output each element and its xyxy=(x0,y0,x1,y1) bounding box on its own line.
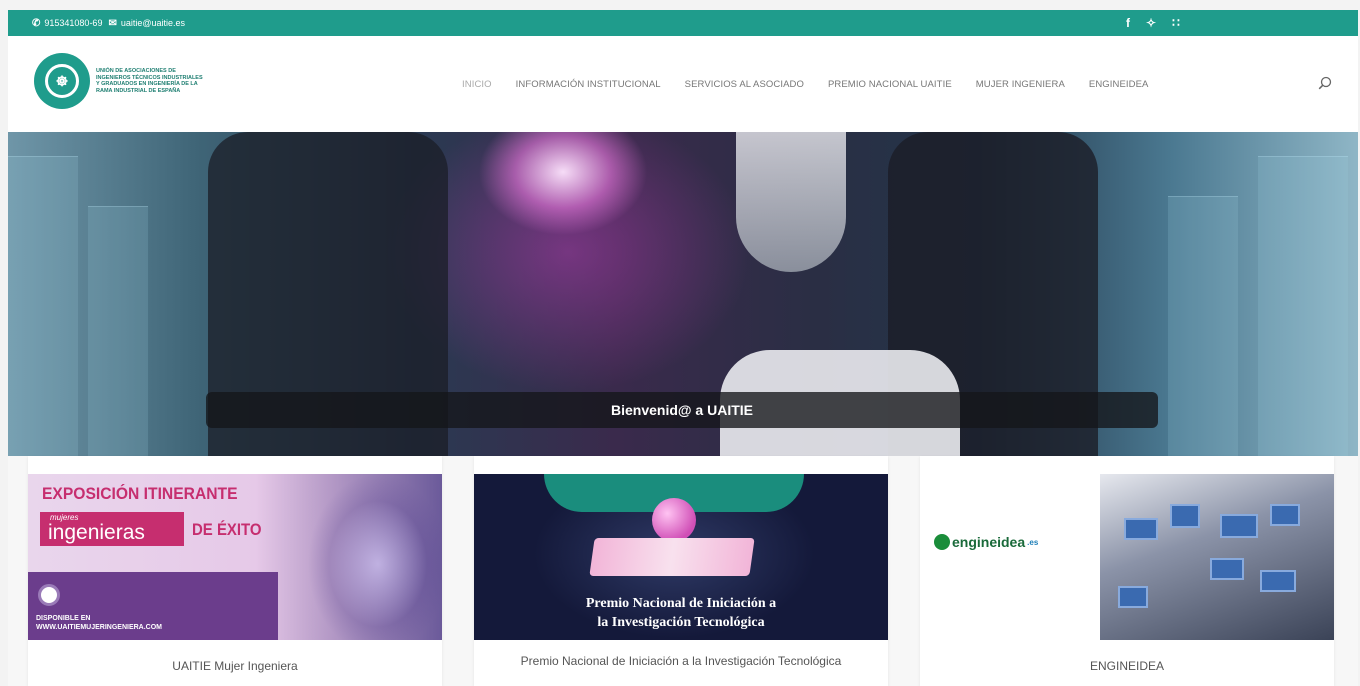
rss-icon[interactable]: ∷ xyxy=(1172,16,1180,30)
hard-hat-image xyxy=(736,132,846,272)
card-image[interactable]: EXPOSICIÓN ITINERANTE mujeres ingenieras… xyxy=(28,474,442,640)
twitter-icon[interactable]: ✧ xyxy=(1146,16,1156,30)
email[interactable]: ✉ uaitie@uaitie.es xyxy=(108,18,185,29)
email-address: uaitie@uaitie.es xyxy=(120,18,186,28)
nav-item-engineidea[interactable]: ENGINEIDEA xyxy=(1089,79,1149,90)
book-graphic xyxy=(589,538,755,576)
card-premio-nacional[interactable]: Premio Nacional de Iniciación a la Inves… xyxy=(474,456,888,686)
building-decoration xyxy=(8,156,78,456)
welcome-banner: Bienvenid@ a UAITIE xyxy=(206,392,1158,428)
card-engineidea[interactable]: engineidea .es ENGINEIDEA xyxy=(920,456,1334,686)
face-graphic xyxy=(278,474,442,640)
hero-slider[interactable]: Bienvenid@ a UAITIE xyxy=(8,132,1358,456)
featured-cards: EXPOSICIÓN ITINERANTE mujeres ingenieras… xyxy=(8,456,1358,686)
sphere-graphic xyxy=(652,498,696,542)
screen-tile xyxy=(1260,570,1296,592)
seal-icon xyxy=(38,584,60,606)
businessman-image xyxy=(1100,474,1334,640)
banner-big: ingenieras xyxy=(48,521,145,544)
screen-tile xyxy=(1118,586,1148,608)
banner-available: DISPONIBLE EN WWW.UAITIEMUJERINGENIERA.C… xyxy=(36,614,162,632)
card-image[interactable]: engineidea .es xyxy=(920,474,1334,640)
building-decoration xyxy=(88,206,148,456)
banner-tail: DE ÉXITO xyxy=(192,520,262,539)
phone-number: 915341080-69 xyxy=(44,18,103,28)
available-url: WWW.UAITIEMUJERINGENIERA.COM xyxy=(36,624,162,631)
banner-title-line2: la Investigación Tecnológica xyxy=(597,615,765,630)
screen-tile xyxy=(1170,504,1200,528)
mail-icon: ✉ xyxy=(108,17,117,29)
card-caption[interactable]: UAITIE Mujer Ingeniera xyxy=(28,659,442,673)
card-mujer-ingeniera[interactable]: EXPOSICIÓN ITINERANTE mujeres ingenieras… xyxy=(28,456,442,686)
nav-item-premio-nacional[interactable]: PREMIO NACIONAL UAITIE xyxy=(828,79,952,90)
screen-tile xyxy=(1210,558,1244,580)
contact-info: ✆ 915341080-69 ✉ uaitie@uaitie.es xyxy=(32,18,185,29)
screen-tile xyxy=(1124,518,1158,540)
engineidea-logo: engineidea .es xyxy=(934,534,1038,550)
nav-item-servicios-al-asociado[interactable]: SERVICIOS AL ASOCIADO xyxy=(685,79,804,90)
card-caption[interactable]: ENGINEIDEA xyxy=(920,659,1334,673)
top-bar: ✆ 915341080-69 ✉ uaitie@uaitie.es f ✧ ∷ xyxy=(8,10,1358,36)
main-nav: INICIO INFORMACIÓN INSTITUCIONAL SERVICI… xyxy=(462,36,1149,132)
banner-title-line1: Premio Nacional de Iniciación a xyxy=(585,596,777,611)
nav-item-mujer-ingeniera[interactable]: MUJER INGENIERA xyxy=(976,79,1065,90)
site-logo[interactable]: ☸ UNIÓN DE ASOCIACIONES DE INGENIEROS TÉ… xyxy=(34,53,206,109)
facebook-icon[interactable]: f xyxy=(1126,16,1130,30)
banner-title: EXPOSICIÓN ITINERANTE xyxy=(42,484,238,503)
engineidea-brand: engineidea xyxy=(952,534,1026,550)
building-decoration xyxy=(1168,196,1238,456)
card-image[interactable]: Premio Nacional de Iniciación a la Inves… xyxy=(474,474,888,640)
building-decoration xyxy=(1258,156,1348,456)
screen-tile xyxy=(1220,514,1258,538)
phone-icon: ✆ xyxy=(32,17,41,29)
page: ✆ 915341080-69 ✉ uaitie@uaitie.es f ✧ ∷ … xyxy=(8,10,1358,686)
phone[interactable]: ✆ 915341080-69 xyxy=(32,18,102,29)
site-header: ☸ UNIÓN DE ASOCIACIONES DE INGENIEROS TÉ… xyxy=(8,36,1358,132)
engineidea-tld: .es xyxy=(1027,537,1039,547)
social-links: f ✧ ∷ xyxy=(1126,10,1180,36)
logo-text: UNIÓN DE ASOCIACIONES DE INGENIEROS TÉCN… xyxy=(96,68,203,94)
nav-item-inicio[interactable]: INICIO xyxy=(462,79,492,90)
nav-item-informacion-institucional[interactable]: INFORMACIÓN INSTITUCIONAL xyxy=(516,79,661,90)
search-icon[interactable] xyxy=(1318,76,1332,90)
card-caption[interactable]: Premio Nacional de Iniciación a la Inves… xyxy=(474,654,888,668)
screen-tile xyxy=(1270,504,1300,526)
available-label: DISPONIBLE EN xyxy=(36,615,91,622)
logo-emblem-icon: ☸ xyxy=(34,53,90,109)
banner-title: Premio Nacional de Iniciación a la Inves… xyxy=(474,594,888,632)
engineidea-logo-icon xyxy=(934,534,950,550)
